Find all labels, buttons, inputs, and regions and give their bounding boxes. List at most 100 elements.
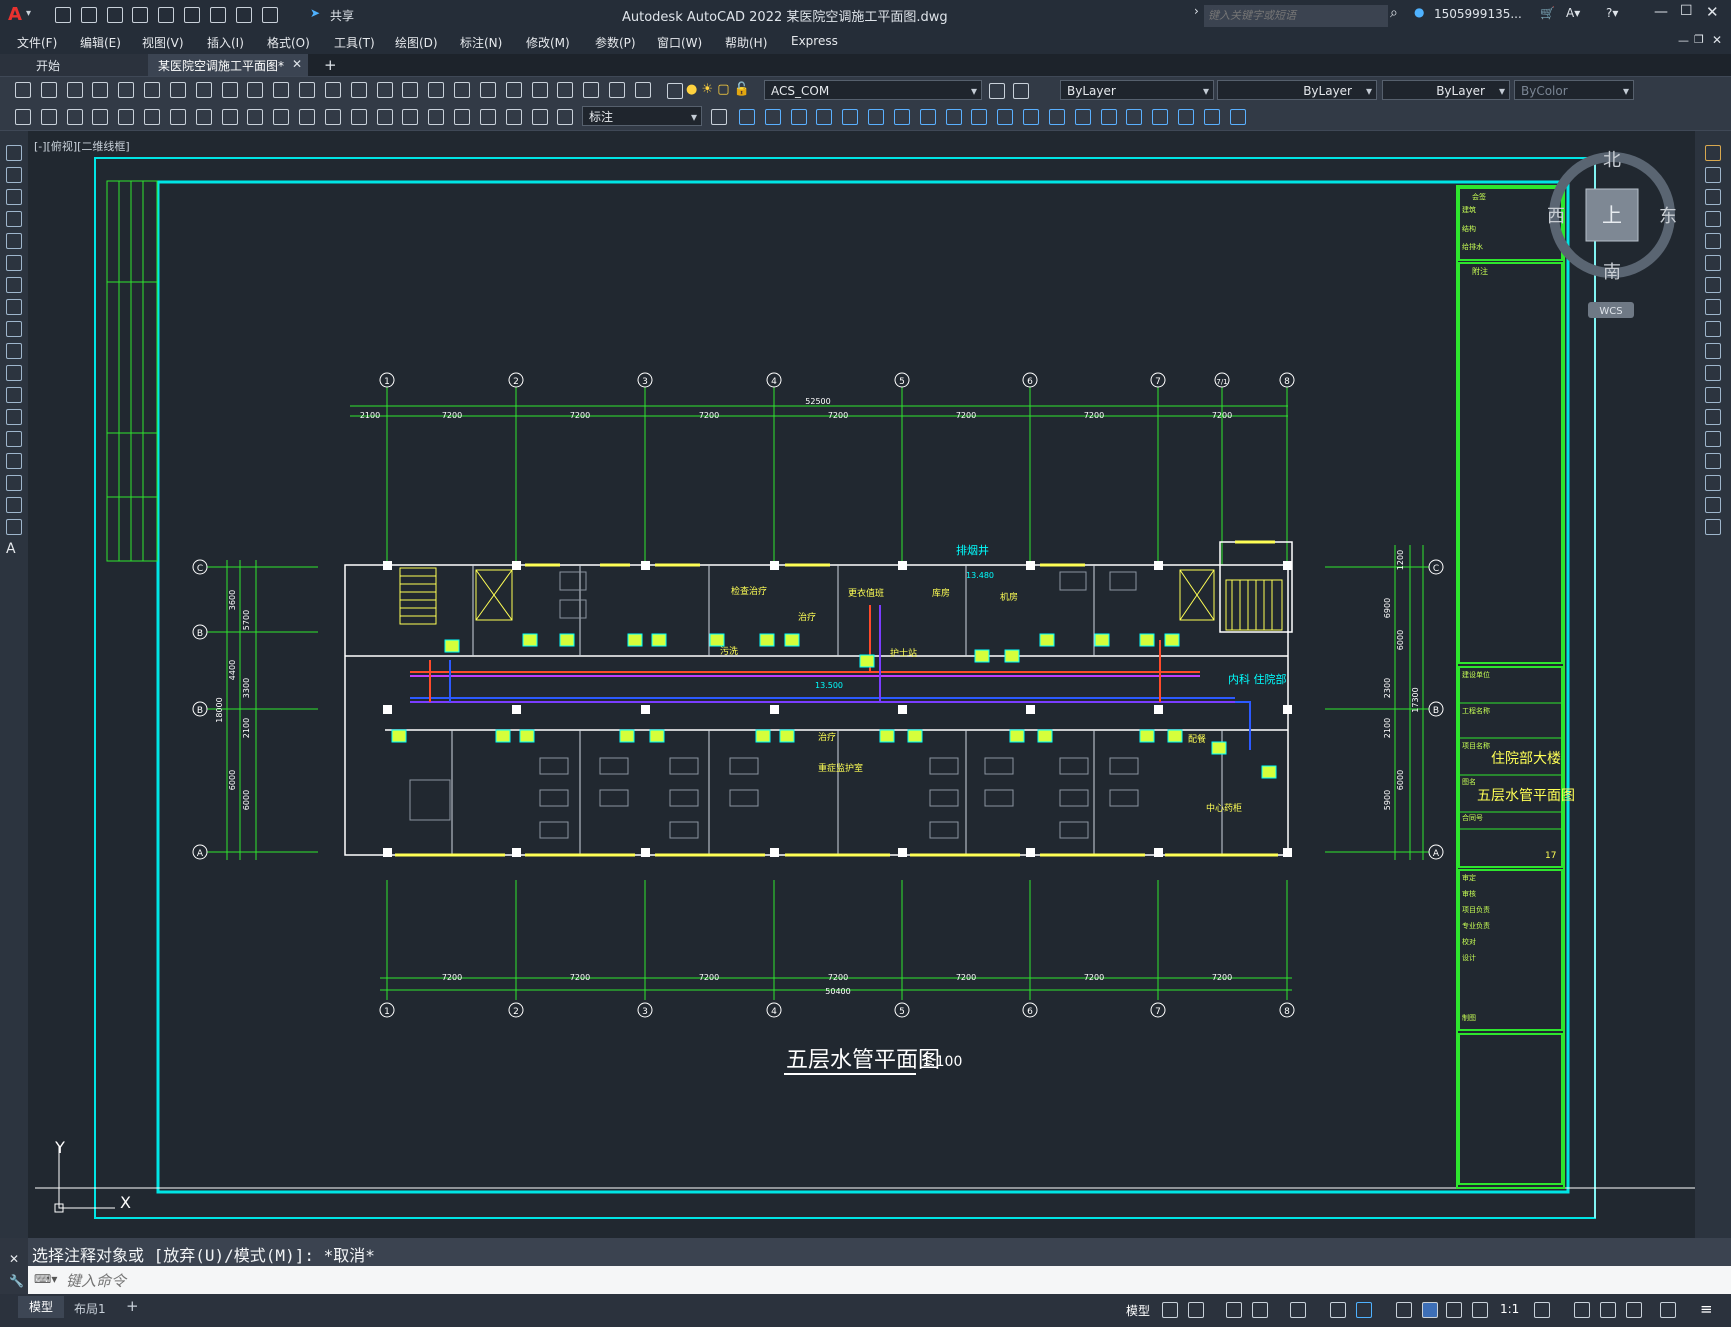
dim-angular-icon[interactable]: [273, 109, 290, 125]
sheet-set-icon[interactable]: [557, 82, 574, 98]
plot-icon[interactable]: [209, 7, 226, 23]
maximize-button[interactable]: ☐: [1680, 3, 1693, 19]
lineweight-icon[interactable]: [1396, 1302, 1412, 1318]
break-icon[interactable]: [1023, 109, 1040, 125]
publish-icon[interactable]: [144, 82, 161, 98]
search-icon[interactable]: ⌕: [1390, 5, 1398, 21]
dim-radius-icon[interactable]: [195, 109, 212, 125]
paste-icon[interactable]: [247, 82, 264, 98]
save-as-icon[interactable]: [132, 7, 149, 23]
polygon-icon[interactable]: [6, 211, 22, 227]
share-icon[interactable]: ➤: [310, 6, 320, 20]
menu-draw[interactable]: 绘图(D): [395, 34, 438, 51]
grid-icon[interactable]: [1162, 1302, 1178, 1318]
multiline-text-icon[interactable]: [66, 109, 83, 125]
join-icon[interactable]: [1048, 109, 1065, 125]
undo-icon[interactable]: [235, 7, 252, 23]
image-icon[interactable]: [1229, 109, 1246, 125]
insert-block-icon[interactable]: [6, 387, 22, 403]
quickcalc-icon[interactable]: [609, 82, 626, 98]
menu-tools[interactable]: 工具(T): [334, 34, 375, 51]
rectangle-icon[interactable]: [6, 233, 22, 249]
units-icon[interactable]: [1600, 1302, 1616, 1318]
move-icon[interactable]: [868, 109, 885, 125]
print-preview-icon[interactable]: [118, 82, 135, 98]
help-icon[interactable]: ?▾: [1606, 6, 1618, 20]
stretch-icon[interactable]: [945, 109, 962, 125]
snap-icon[interactable]: [1188, 1302, 1204, 1318]
new-tab-button[interactable]: +: [324, 56, 337, 74]
array-icon[interactable]: [1705, 233, 1721, 249]
search-input[interactable]: [1204, 5, 1388, 27]
ellipse-icon[interactable]: [6, 343, 22, 359]
menu-help[interactable]: 帮助(H): [725, 34, 767, 51]
menu-format[interactable]: 格式(O): [267, 34, 310, 51]
break-icon[interactable]: [1705, 409, 1721, 425]
explode-icon[interactable]: [1705, 519, 1721, 535]
zoom-realtime-icon[interactable]: [402, 82, 419, 98]
layer-dropdown[interactable]: ACS_COM: [764, 80, 982, 101]
help-icon[interactable]: [634, 82, 651, 98]
customization-menu-icon[interactable]: ≡: [1700, 1300, 1713, 1318]
move-icon[interactable]: [1705, 255, 1721, 271]
polyline-icon[interactable]: [6, 189, 22, 205]
dimstyle-dropdown[interactable]: 标注: [582, 106, 702, 127]
jogged-linear-icon[interactable]: [505, 109, 522, 125]
qnew-icon[interactable]: [15, 82, 31, 98]
user-name[interactable]: 1505999135...: [1434, 7, 1522, 21]
inspection-icon[interactable]: [479, 109, 496, 125]
undo-icon[interactable]: [324, 82, 341, 98]
model-space-button[interactable]: 模型: [1126, 1302, 1150, 1319]
menu-express[interactable]: Express: [791, 34, 838, 48]
block-editor-icon[interactable]: [299, 82, 316, 98]
color-dropdown[interactable]: ByLayer: [1060, 80, 1214, 101]
linetype-dropdown[interactable]: ByLayer: [1217, 80, 1377, 101]
blend-curves-icon[interactable]: [1705, 497, 1721, 513]
tab-close-icon[interactable]: ✕: [292, 57, 302, 71]
stretch-icon[interactable]: [1705, 321, 1721, 337]
save-icon[interactable]: [106, 7, 123, 23]
user-icon[interactable]: ●: [1414, 5, 1424, 19]
match-properties-icon[interactable]: [273, 82, 290, 98]
layer-properties-icon[interactable]: [664, 83, 686, 99]
customize-icon[interactable]: 🔧: [9, 1274, 24, 1288]
join-icon[interactable]: [1705, 431, 1721, 447]
dim-edit-icon[interactable]: [531, 109, 548, 125]
offset-icon[interactable]: [816, 109, 833, 125]
save-icon[interactable]: [66, 82, 83, 98]
menu-parametric[interactable]: 参数(P): [595, 34, 636, 51]
annotation-scale-value[interactable]: 1:1: [1500, 1302, 1519, 1316]
autodesk-app-icon[interactable]: A▾: [1566, 6, 1580, 20]
command-input[interactable]: [64, 1269, 1668, 1293]
array-icon[interactable]: [842, 109, 859, 125]
open-icon[interactable]: [40, 82, 57, 98]
tolerance-icon[interactable]: [428, 109, 445, 125]
close-command-icon[interactable]: ✕: [9, 1252, 19, 1266]
workspace-gear-icon[interactable]: [1534, 1302, 1550, 1318]
object-snap-icon[interactable]: [1356, 1302, 1372, 1318]
ortho-icon[interactable]: [1226, 1302, 1242, 1318]
draworder-icon[interactable]: [15, 109, 31, 125]
make-block-icon[interactable]: [1178, 109, 1195, 125]
erase-icon[interactable]: [1705, 145, 1721, 161]
add-layout-button[interactable]: +: [126, 1297, 139, 1315]
tab-model[interactable]: 模型: [18, 1296, 64, 1318]
quick-properties-icon[interactable]: [1626, 1302, 1642, 1318]
mirror-icon[interactable]: [790, 109, 807, 125]
point-icon[interactable]: [6, 431, 22, 447]
annotation-visibility-icon[interactable]: [1422, 1302, 1438, 1318]
fillet-icon[interactable]: [1100, 109, 1117, 125]
share-button[interactable]: 共享: [330, 7, 354, 24]
pan-icon[interactable]: [376, 82, 393, 98]
table-icon[interactable]: [6, 519, 22, 535]
command-prompt-icon[interactable]: ⌨▾: [34, 1272, 57, 1286]
tab-active-drawing[interactable]: 某医院空调施工平面图* ✕: [148, 54, 308, 76]
ellipse-arc-icon[interactable]: [6, 365, 22, 381]
copy-object-icon[interactable]: [764, 109, 781, 125]
gradient-icon[interactable]: [6, 475, 22, 491]
lineweight-dropdown[interactable]: ByLayer: [1382, 80, 1510, 101]
dim-continue-icon[interactable]: [350, 109, 367, 125]
open-file-icon[interactable]: [80, 7, 97, 23]
center-mark-icon[interactable]: [454, 109, 471, 125]
plotstyle-dropdown[interactable]: ByColor: [1514, 80, 1634, 101]
